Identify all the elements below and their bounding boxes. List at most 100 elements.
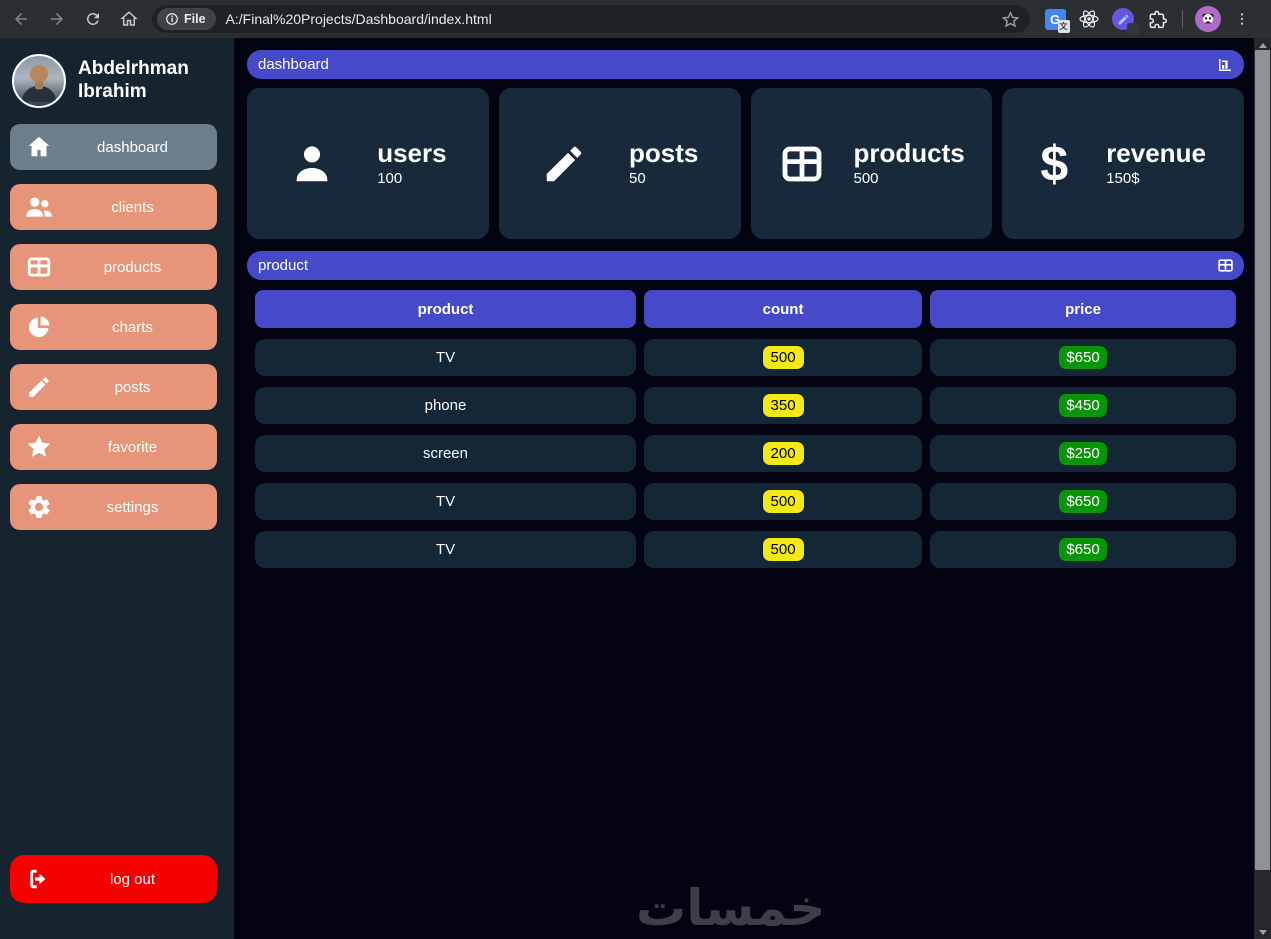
dashboard-section-title: dashboard [258, 56, 329, 73]
card-value: 150$ [1106, 169, 1140, 187]
count-cell: 500 [643, 531, 923, 568]
translate-extension-icon[interactable]: G文 [1040, 4, 1070, 34]
forward-button[interactable] [40, 3, 74, 35]
scrollbar-thumb[interactable] [1255, 50, 1270, 870]
column-header-product: product [255, 290, 636, 328]
sidebar-item-charts[interactable]: charts [10, 304, 217, 350]
address-bar[interactable]: File A:/Final%20Projects/Dashboard/index… [152, 5, 1030, 33]
product-section-title: product [258, 257, 309, 274]
product-cell: TV [255, 483, 636, 520]
price-cell: $250 [930, 435, 1236, 472]
price-badge: $650 [1059, 490, 1107, 513]
site-info-chip[interactable]: File [157, 8, 216, 30]
pen-extension-icon[interactable] [1108, 4, 1139, 35]
count-badge: 350 [762, 394, 804, 417]
sidebar-item-products[interactable]: products [10, 244, 217, 290]
product-cell: TV [255, 339, 636, 376]
bar-chart-icon [1219, 58, 1231, 71]
toolbar-divider [1182, 10, 1183, 28]
count-cell: 200 [643, 435, 923, 472]
bookmark-star-icon[interactable] [1001, 10, 1020, 29]
count-cell: 500 [643, 483, 923, 520]
product-section-header: product [247, 251, 1244, 280]
home-icon [10, 134, 68, 160]
card-value: 100 [377, 169, 403, 187]
price-cell: $650 [930, 483, 1236, 520]
extensions-puzzle-icon[interactable] [1142, 4, 1172, 34]
page-scrollbar[interactable] [1254, 38, 1271, 939]
sidebar-item-label: favorite [107, 438, 158, 456]
reload-icon [86, 12, 99, 25]
table-row: screen 200 $250 [255, 435, 1236, 472]
star-icon [10, 433, 68, 461]
price-badge: $450 [1059, 394, 1107, 417]
count-badge: 500 [762, 538, 804, 561]
pie-chart-icon [10, 314, 68, 340]
reload-button[interactable] [76, 3, 110, 35]
product-cell: TV [255, 531, 636, 568]
count-badge: 200 [762, 442, 804, 465]
table-row: phone 350 $450 [255, 387, 1236, 424]
home-button[interactable] [112, 3, 146, 35]
table-row: TV 500 $650 [255, 483, 1236, 520]
sidebar-item-favorite[interactable]: favorite [10, 424, 217, 470]
price-badge: $650 [1059, 538, 1107, 561]
price-cell: $650 [930, 339, 1236, 376]
card-value: 50 [629, 169, 646, 187]
sidebar-item-label: products [103, 258, 162, 276]
sidebar-item-settings[interactable]: settings [10, 484, 217, 530]
count-cell: 350 [643, 387, 923, 424]
profile-name: Abdelrhman Ibrahim [78, 58, 189, 102]
logout-label: log out [109, 870, 156, 888]
price-badge: $250 [1059, 442, 1107, 465]
url-text: A:/Final%20Projects/Dashboard/index.html [225, 11, 492, 27]
count-badge: 500 [762, 346, 804, 369]
card-title: revenue [1106, 138, 1206, 169]
table-row: TV 500 $650 [255, 339, 1236, 376]
scrollbar-down-button[interactable] [1254, 925, 1271, 939]
home-icon [120, 11, 138, 26]
column-header-price: price [930, 290, 1236, 328]
sidebar-item-label: dashboard [97, 138, 168, 156]
sidebar-item-label: settings [106, 498, 159, 516]
gear-icon [10, 494, 68, 520]
product-cell: screen [255, 435, 636, 472]
card-value: 500 [853, 169, 879, 187]
browser-toolbar: File A:/Final%20Projects/Dashboard/index… [0, 0, 1271, 38]
dollar-icon: $ [1040, 135, 1069, 192]
sidebar: Abdelrhman Ibrahim dashboard clients pro… [0, 38, 234, 939]
column-header-count: count [643, 290, 923, 328]
react-devtools-extension-icon[interactable] [1074, 4, 1104, 34]
sidebar-item-dashboard[interactable]: dashboard [10, 124, 217, 170]
stat-card-users: users 100 [247, 88, 489, 239]
card-title: users [377, 138, 447, 169]
product-cell: phone [255, 387, 636, 424]
main-content: dashboard users 100 posts 50 products 50… [234, 38, 1254, 939]
price-badge: $650 [1059, 346, 1107, 369]
sidebar-item-clients[interactable]: clients [10, 184, 217, 230]
sidebar-item-posts[interactable]: posts [10, 364, 217, 410]
site-info-label: File [184, 12, 206, 26]
count-cell: 500 [643, 339, 923, 376]
count-badge: 500 [762, 490, 804, 513]
table-row: TV 500 $650 [255, 531, 1236, 568]
table-header-row: product count price [255, 290, 1236, 328]
sidebar-item-label: posts [114, 378, 151, 396]
card-title: posts [629, 138, 699, 169]
card-title: products [853, 138, 965, 169]
stat-cards: users 100 posts 50 products 500 $ revenu… [247, 88, 1244, 239]
users-icon [10, 194, 68, 220]
stat-card-revenue: $ revenue 150$ [1002, 88, 1244, 239]
browser-menu-kebab-icon[interactable] [1227, 4, 1257, 34]
stat-card-products: products 500 [750, 88, 993, 239]
forward-arrow-icon [51, 13, 63, 25]
stat-card-posts: posts 50 [498, 88, 741, 239]
logout-button[interactable]: log out [10, 855, 217, 903]
browser-profile-avatar[interactable] [1193, 4, 1223, 34]
info-icon [166, 13, 178, 25]
pencil-icon [546, 146, 582, 181]
dashboard-section-header: dashboard [247, 50, 1244, 79]
pencil-icon [10, 374, 68, 400]
back-button[interactable] [4, 3, 38, 35]
user-icon [296, 145, 328, 181]
